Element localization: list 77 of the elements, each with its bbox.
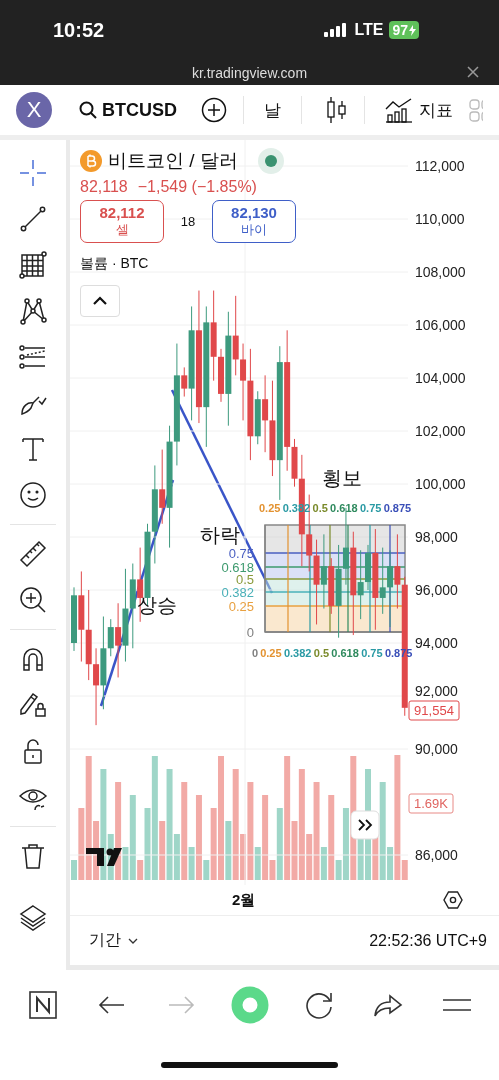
buy-button[interactable]: 82,130 바이 [212,200,296,243]
symbol-title: 비트코인 / 달러 [108,149,238,173]
fib-icon [18,342,48,372]
fib-level-label: 0.25 [228,599,254,614]
url-text[interactable]: kr.tradingview.com [191,64,308,81]
price-axis-label: 94,000 [415,635,458,651]
fib-time-label: 0.5 [313,647,330,659]
ruler-icon [18,539,48,569]
price-axis-label: 98,000 [415,529,458,545]
layers-icon [18,903,48,933]
chevron-icon [128,937,138,944]
price-axis-label: 100,000 [415,476,466,492]
price-axis-label: 106,000 [415,317,466,333]
price-axis-label: 104,000 [415,370,466,386]
sell-button[interactable]: 82,112 셀 [80,200,164,243]
fib-time-label: 0.382 [283,647,312,659]
price-axis-label: 102,000 [415,423,466,439]
symbol-search[interactable]: BTCUSD [79,99,177,121]
caret-icon [92,296,108,306]
volume-label: 볼륨 · BTC [80,255,149,273]
price-axis-label: 108,000 [415,264,466,280]
add-icon[interactable] [201,97,227,123]
last-price: 82,118 [80,178,128,196]
fib-time-label: 0.75 [360,502,382,514]
clock-text: 22:52:36 UTC+9 [369,931,487,950]
avatar-button[interactable]: X [16,92,52,128]
tradingview-logo [86,848,122,866]
fib-level-label: 0.618 [221,560,254,575]
fib-time-label: 0.75 [361,647,383,659]
drawing-label: 상승 [137,594,177,616]
last-price-label: 91,554 [408,700,460,721]
pencil-lock-icon [18,690,48,720]
fib-time-label: 0.618 [330,502,358,514]
range-dropdown[interactable]: 기간 [89,930,138,951]
price-axis-label: 92,000 [415,683,458,699]
price-axis-label: 112,000 [415,158,465,174]
crosshair-icon [18,158,48,188]
fib-time-label: 0 [252,647,259,659]
home-icon [229,985,270,1025]
fib-level-label: 0.5 [235,572,254,587]
zoom-icon [18,585,48,615]
scroll-to-latest-button[interactable] [350,810,380,840]
fib-time-label: 0.5 [312,502,328,514]
chart-icon [385,97,413,123]
fib-time-label: 0.25 [259,502,281,514]
price-axis-label: 90,000 [415,741,458,757]
time-axis-label: 2월 [232,890,256,910]
battery-level: 97 [389,21,419,39]
collapse-button[interactable] [80,285,120,317]
signal-icon [324,23,349,37]
interval-button[interactable]: 날 [264,98,281,122]
charging-icon [409,24,416,36]
drawing-label: 하락 [200,524,240,546]
pattern-icon [18,296,48,326]
close-icon[interactable] [467,66,479,78]
price-change: −1,549 (−1.85%) [137,178,257,196]
fib-time-label: 0.875 [383,502,412,514]
drawing-label: 횡보 [322,467,362,489]
bitcoin-icon [80,150,102,172]
status-time: 10:52 [53,18,105,42]
indicators-button[interactable]: 지표 [385,97,453,123]
fib-time-label: 0.618 [331,647,359,659]
last-volume-label: 1.69K [408,793,454,814]
candlestick-icon[interactable] [326,97,348,123]
fib-level-label: 0.382 [221,585,254,600]
search-icon [79,101,97,119]
network-label: LTE [354,21,384,39]
fib-time-label: 0.25 [260,647,282,659]
smile-icon [18,480,48,510]
price-axis-label: 86,000 [415,847,458,863]
spread-value: 18 [179,214,197,229]
fib-level-label: 0 [246,625,254,640]
settings-icon[interactable] [443,890,463,910]
trendline-icon [18,204,48,234]
gann-icon [18,250,48,280]
price-axis-label: 110,000 [415,211,465,227]
price-axis-label: 96,000 [415,582,458,598]
